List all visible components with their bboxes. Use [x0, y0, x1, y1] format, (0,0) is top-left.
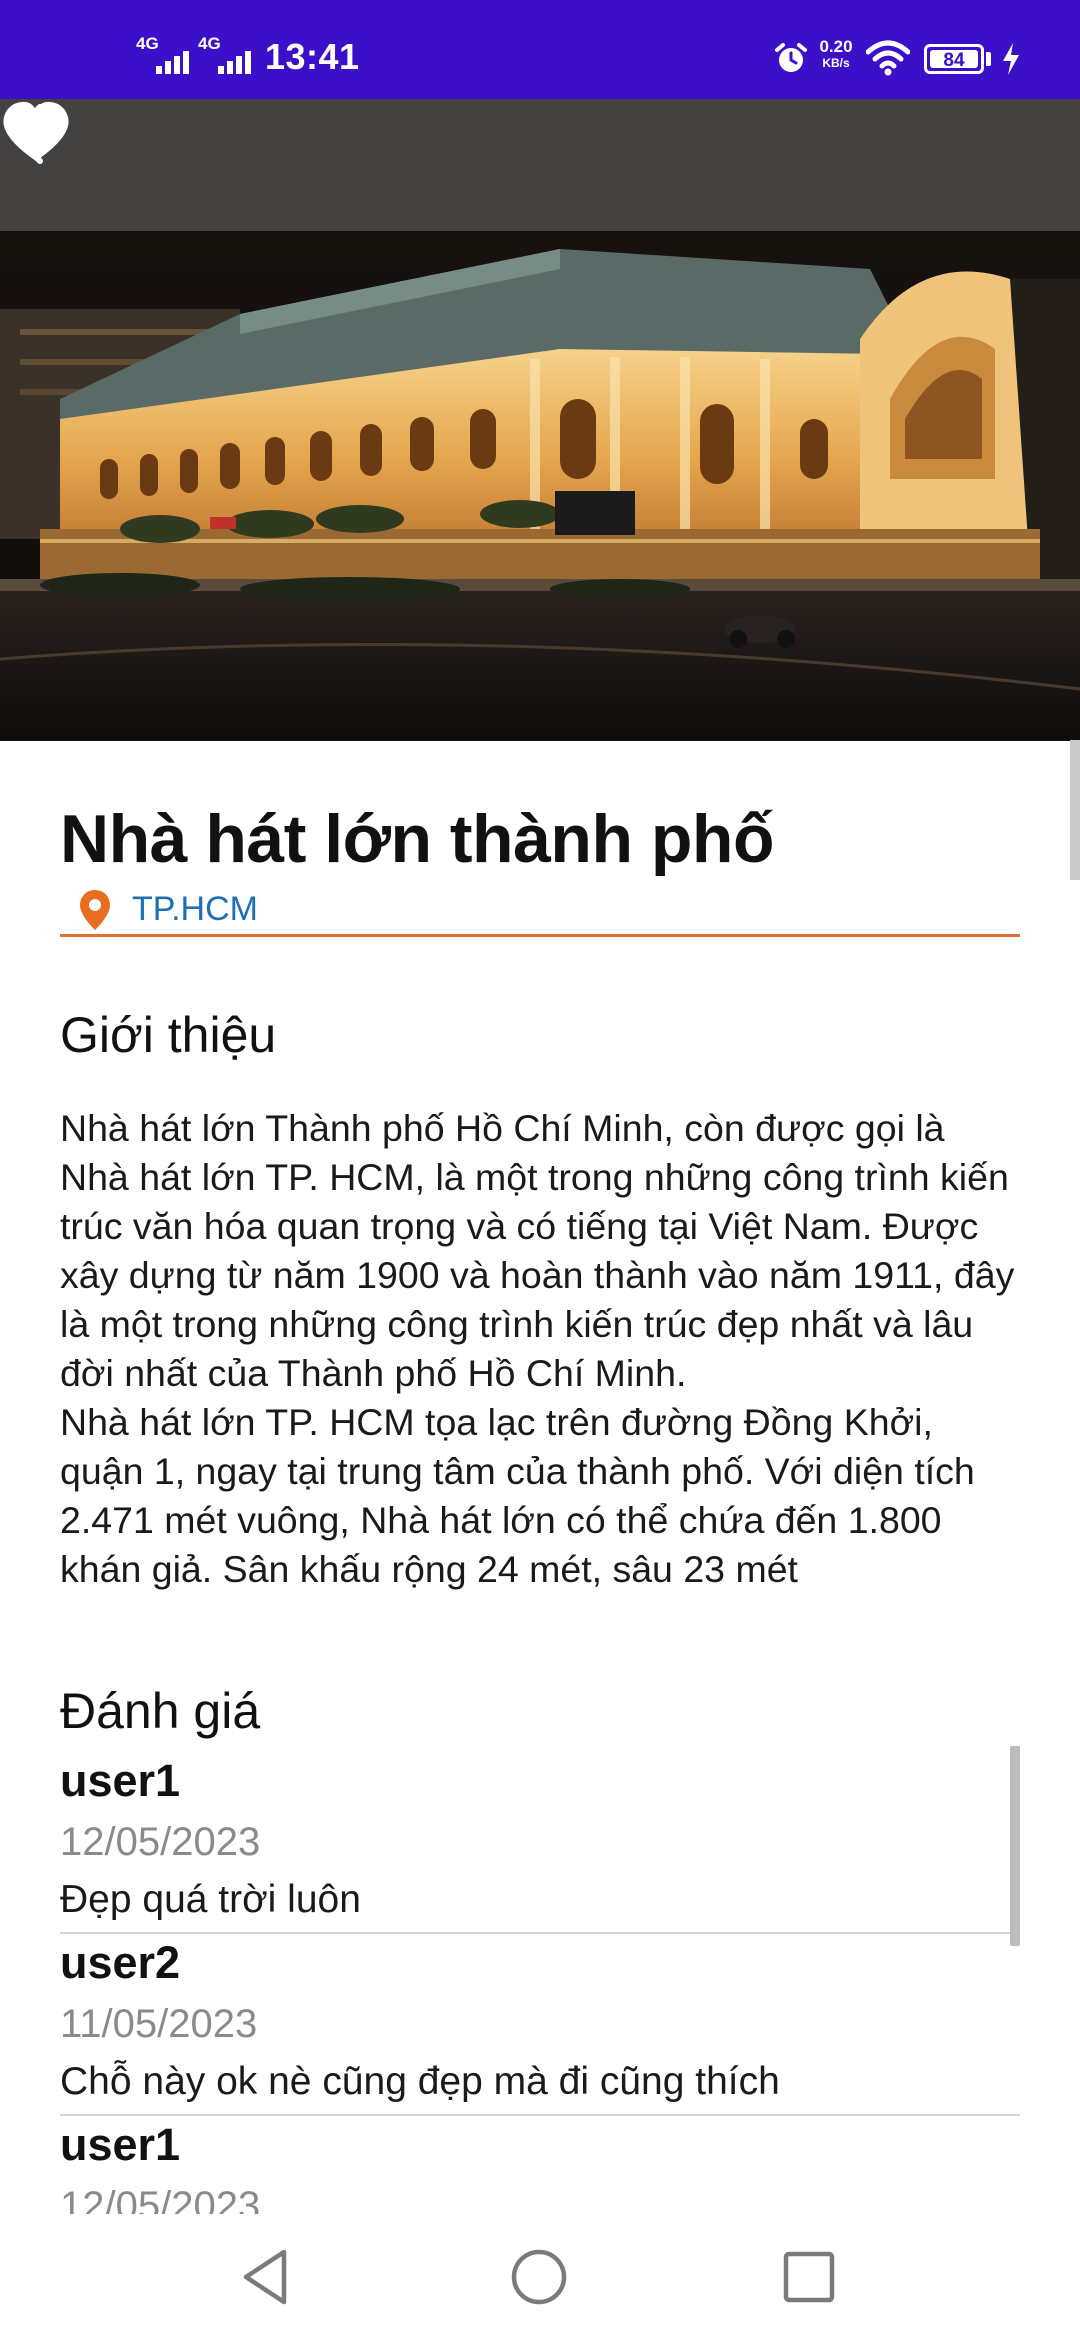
page-scrollbar[interactable]	[1070, 740, 1080, 880]
signal-bars-icon	[156, 48, 196, 74]
location-link[interactable]: TP.HCM	[132, 890, 258, 929]
heart-icon[interactable]	[0, 99, 72, 165]
alarm-icon	[775, 43, 807, 72]
triangle-back-icon[interactable]	[234, 2244, 300, 2310]
network-speed: 0.20 KB/s	[814, 38, 858, 69]
network-speed-value: 0.20	[819, 37, 853, 56]
system-nav-bar	[0, 2214, 1080, 2340]
place-title: Nhà hát lớn thành phố	[60, 801, 775, 877]
review-date: 11/05/2023	[60, 2002, 258, 2046]
intro-heading: Giới thiệu	[60, 1007, 277, 1063]
status-time: 13:41	[265, 36, 360, 77]
title-divider	[60, 934, 1020, 937]
review-comment: Chỗ này ok nè cũng đẹp mà đi cũng thích	[60, 2060, 780, 2103]
review-scrollbar[interactable]	[1010, 1746, 1020, 1946]
network-speed-unit: KB/s	[822, 56, 850, 70]
signal-bars-icon	[218, 48, 258, 74]
square-recents-icon[interactable]	[776, 2244, 842, 2310]
review-item: user1 12/05/2023 Đẹp quá trời luôn	[60, 1752, 1020, 1934]
location-pin-icon	[80, 890, 110, 930]
review-item: user2 11/05/2023 Chỗ này ok nè cũng đẹp …	[60, 1934, 1020, 2116]
review-comment: Đẹp quá trời luôn	[60, 1878, 361, 1921]
review-user: user1	[60, 1755, 181, 1806]
status-bar: 4G 4G 13:41 0.20 KB/s 84	[0, 0, 1080, 99]
review-user: user2	[60, 1937, 181, 1988]
charging-icon	[1003, 43, 1019, 75]
reviews-heading: Đánh giá	[60, 1683, 261, 1739]
intro-scroll-area[interactable]: Nhà hát lớn Thành phố Hồ Chí Minh, còn đ…	[60, 1104, 1020, 1616]
circle-home-icon[interactable]	[506, 2244, 572, 2310]
review-list[interactable]: user1 12/05/2023 Đẹp quá trời luôn user2…	[60, 1752, 1020, 2214]
wifi-icon	[866, 40, 910, 76]
review-user: user1	[60, 2119, 181, 2170]
review-date: 12/05/2023	[60, 1820, 261, 1864]
place-hero-image	[0, 99, 1080, 741]
battery-icon: 84	[924, 44, 984, 74]
header-overlay	[0, 99, 1080, 231]
battery-cap	[986, 52, 991, 66]
review-item: user1 12/05/2023	[60, 2116, 1020, 2214]
battery-level: 84	[943, 50, 965, 71]
intro-text: Nhà hát lớn Thành phố Hồ Chí Minh, còn đ…	[60, 1107, 1015, 1590]
review-date: 12/05/2023	[60, 2184, 261, 2214]
